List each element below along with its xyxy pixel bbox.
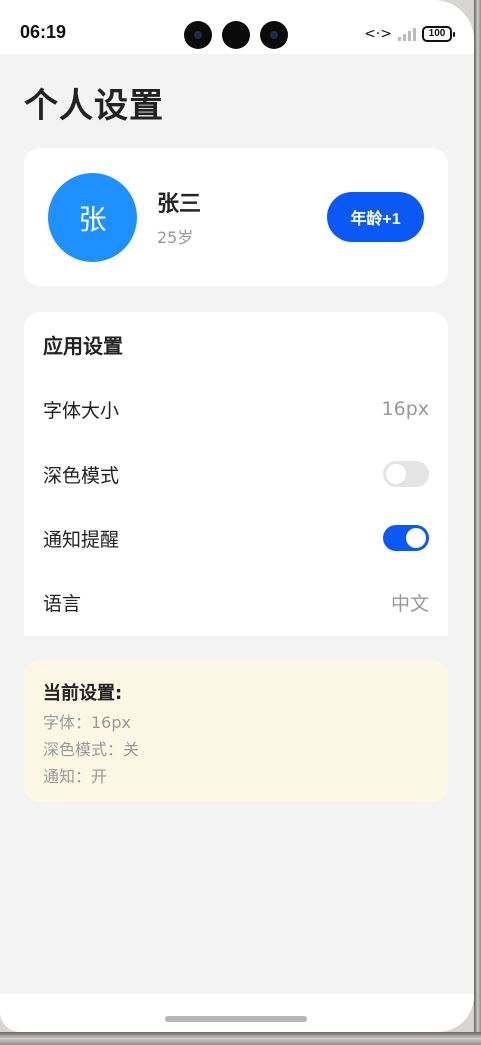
signal-icon [398,27,416,41]
current-settings-card: 当前设置: 字体：16px 深色模式：关 通知：开 [24,660,448,802]
section-title: 应用设置 [43,334,123,358]
avatar: 张 [48,173,137,262]
setting-row-language[interactable]: 语言 中文 [43,582,429,622]
screen: 06:19 <·> 100 个人设置 张 张三 25岁 年龄+1 应用设置 字体… [0,0,474,1032]
dark-mode-toggle[interactable] [383,461,429,487]
summary-font: 字体：16px [43,713,131,732]
setting-label: 字体大小 [43,399,120,422]
status-time: 06:19 [20,22,67,42]
network-icon: <·> [364,26,392,42]
status-icons: <·> 100 [364,24,455,44]
camera-icon [222,21,250,49]
profile-card: 张 张三 25岁 年龄+1 [24,148,448,286]
summary-dark-mode: 深色模式：关 [43,740,140,759]
language-value: 中文 [390,592,429,615]
setting-label: 语言 [43,592,82,615]
setting-label: 通知提醒 [43,528,120,551]
notifications-toggle[interactable] [383,525,429,551]
app-settings-card: 应用设置 字体大小 16px 深色模式 通知提醒 语言 中文 [24,312,448,636]
device-edge [474,0,481,1045]
setting-label: 深色模式 [43,464,120,487]
profile-name: 张三 [157,192,202,217]
setting-row-font-size[interactable]: 字体大小 16px [43,389,429,429]
navigation-bar [0,994,474,1032]
age-increment-button[interactable]: 年龄+1 [327,192,424,242]
home-indicator[interactable] [165,1016,307,1022]
device-edge-bottom [0,1032,481,1045]
camera-icon [260,21,288,49]
battery-icon: 100 [422,26,455,42]
setting-row-dark-mode: 深色模式 [43,454,429,494]
setting-row-notifications: 通知提醒 [43,518,429,558]
summary-notifications: 通知：开 [43,767,108,786]
profile-age: 25岁 [157,228,194,247]
summary-title: 当前设置: [43,683,123,704]
device-frame: 06:19 <·> 100 个人设置 张 张三 25岁 年龄+1 应用设置 字体… [0,0,481,1045]
font-size-value: 16px [381,398,429,420]
camera-icon [184,21,212,49]
status-bar: 06:19 <·> 100 [0,0,474,54]
page-title: 个人设置 [24,86,164,126]
